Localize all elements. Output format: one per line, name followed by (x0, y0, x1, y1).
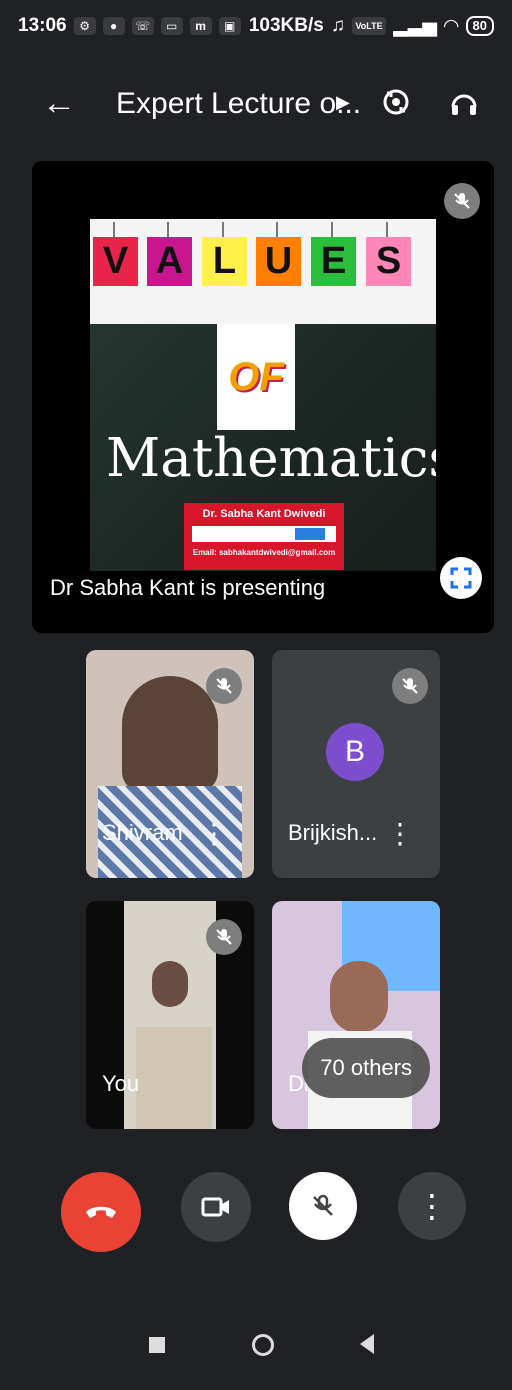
presentation-slide: V A L U E S OF Mathematics Dr. Sabha Kan… (90, 219, 436, 571)
status-time: 13:06 (18, 15, 67, 36)
of-logo: OF (217, 324, 295, 430)
avatar: B (326, 723, 384, 781)
chevron-right-icon[interactable]: ▶ (336, 92, 350, 113)
home-button[interactable] (248, 1330, 278, 1360)
more-options-button[interactable]: ⋮ (398, 1172, 466, 1240)
author-email: Email: sabhakantdwivedi@gmail.com (192, 548, 336, 557)
whatsapp-icon: ☏ (131, 17, 154, 35)
battery-indicator: 80 (465, 16, 494, 36)
video-camera-icon (201, 1197, 229, 1217)
microphone-toggle-button[interactable] (289, 1172, 357, 1240)
muted-mic-icon (206, 919, 242, 955)
jio-icon: ● (102, 17, 125, 35)
headset-status-icon: ♫ (330, 15, 346, 36)
participant-name: Shivram (102, 820, 183, 845)
meeting-header: ← Expert Lecture o... ▶ (0, 62, 512, 150)
screen-share-bar (192, 526, 336, 542)
slide-letter-l: L (202, 222, 247, 286)
slide-title: Mathematics (106, 428, 436, 489)
muted-mic-icon (444, 183, 480, 219)
end-call-button[interactable] (61, 1172, 141, 1252)
switch-camera-icon[interactable] (374, 80, 418, 124)
presentation-tile[interactable]: V A L U E S OF Mathematics Dr. Sabha Kan… (32, 161, 494, 633)
more-options-icon[interactable]: ⋮ (386, 820, 414, 848)
wifi-icon: ◠ (443, 15, 459, 37)
others-count-badge[interactable]: 70 others (302, 1038, 430, 1098)
muted-mic-icon (206, 668, 242, 704)
audio-output-icon[interactable] (442, 80, 486, 124)
participant-name: Brijkish... (288, 820, 378, 845)
recent-apps-button[interactable] (146, 1334, 168, 1356)
fullscreen-icon[interactable] (440, 557, 482, 599)
author-name: Dr. Sabha Kant Dwivedi (202, 508, 326, 520)
participant-person (330, 961, 388, 1033)
app-notification-icon: ⚙ (73, 17, 96, 35)
status-bar: 13:06 ⚙ ● ☏ ▭ m ▣ 103KB/s ♫ VoLTE ▂▃▅ ◠ … (0, 0, 512, 52)
back-button[interactable] (356, 1333, 378, 1355)
participant-tile-others[interactable]: Dr 70 others (272, 901, 440, 1129)
slide-letter-a: A (147, 222, 192, 286)
slide-letter-u: U (256, 222, 301, 286)
presenting-label: Dr Sabha Kant is presenting (50, 575, 326, 600)
self-person (152, 961, 188, 1007)
call-controls: ⋮ (0, 1170, 512, 1270)
camera-toggle-button[interactable] (181, 1172, 251, 1242)
video-icon: ▭ (160, 17, 183, 35)
slide-letter-v: V (93, 222, 138, 286)
muted-mic-icon (392, 668, 428, 704)
participant-tile-shivram[interactable]: Shivram ⋮ (86, 650, 254, 878)
participant-video (122, 676, 218, 792)
gallery-icon: ▣ (218, 17, 241, 35)
signal-icon: ▂▃▅ (393, 15, 437, 37)
slide-letter-s: S (366, 222, 411, 286)
back-arrow-icon[interactable]: ← (42, 84, 80, 122)
slide-header: V A L U E S (90, 219, 436, 324)
microphone-off-icon (313, 1194, 333, 1216)
volte-icon: VoLTE (352, 17, 387, 35)
participant-name: You (102, 1071, 140, 1096)
participant-tile-brijkish[interactable]: B Brijkish... ⋮ (272, 650, 440, 878)
participant-tile-you[interactable]: You (86, 901, 254, 1129)
phone-hangup-icon (86, 1206, 116, 1218)
self-shirt (136, 1027, 212, 1129)
author-card: Dr. Sabha Kant Dwivedi Email: sabhakantd… (184, 503, 344, 570)
more-options-icon[interactable]: ⋮ (200, 820, 228, 848)
network-speed: 103KB/s (248, 15, 324, 36)
slide-letter-e: E (311, 222, 356, 286)
meet-icon: m (189, 17, 212, 35)
android-nav-bar (0, 1320, 512, 1380)
